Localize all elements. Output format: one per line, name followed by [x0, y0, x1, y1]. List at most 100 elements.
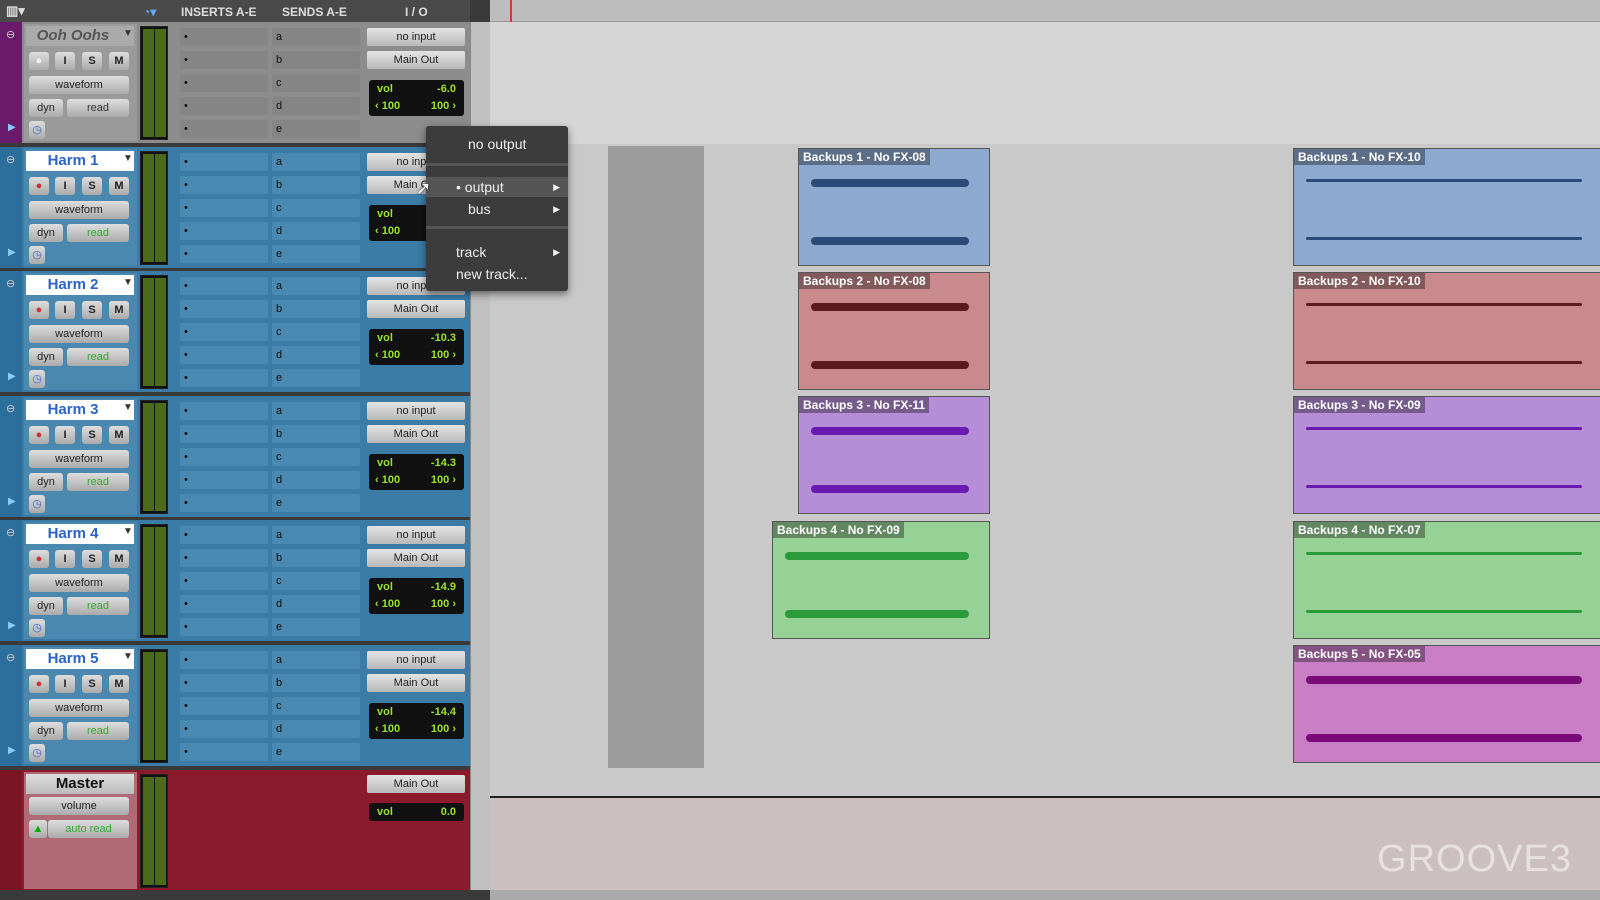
send-slot[interactable]: a [272, 401, 360, 420]
send-slot[interactable]: b [272, 549, 360, 567]
menu-item-track[interactable]: track ▶ [426, 242, 568, 262]
send-slot[interactable]: c [272, 572, 360, 590]
automation-mode[interactable]: read [67, 721, 129, 740]
insert-slot[interactable]: • [180, 673, 268, 692]
volume-pan-display[interactable]: vol -6.0 ‹ 100 100 › [369, 80, 464, 116]
mute-button[interactable]: M [109, 425, 129, 444]
send-slot[interactable]: c [272, 447, 360, 466]
insert-slot[interactable]: • [180, 300, 268, 318]
insert-slot[interactable]: • [180, 369, 268, 387]
send-slot[interactable]: b [272, 51, 360, 69]
insert-slot[interactable]: • [180, 152, 268, 171]
insert-slot[interactable]: • [180, 618, 268, 636]
send-slot[interactable]: a [272, 650, 360, 669]
playhead[interactable] [510, 0, 512, 22]
insert-slot[interactable]: • [180, 742, 268, 761]
expand-icon[interactable]: ▶ [8, 745, 16, 756]
send-slot[interactable]: c [272, 323, 360, 341]
record-button[interactable]: ● [29, 674, 49, 693]
view-selector[interactable]: waveform [29, 574, 129, 592]
view-selector[interactable]: waveform [29, 449, 129, 468]
clock-icon[interactable]: ◷ [29, 245, 45, 264]
menu-item-bus[interactable]: bus ▶ [426, 199, 568, 219]
send-slot[interactable]: e [272, 493, 360, 512]
track-name[interactable]: Harm 4 [26, 524, 134, 544]
insert-slot[interactable]: • [180, 401, 268, 420]
input-monitor-button[interactable]: I [55, 176, 75, 195]
audio-clip[interactable]: Backups 2 - No FX-10 [1293, 272, 1600, 390]
insert-slot[interactable]: • [180, 549, 268, 567]
track-name[interactable]: Harm 3 [26, 399, 134, 420]
insert-slot[interactable]: • [180, 221, 268, 240]
send-slot[interactable]: e [272, 120, 360, 138]
send-slot[interactable]: b [272, 175, 360, 194]
menu-item-new-track[interactable]: new track... [426, 264, 568, 284]
send-slot[interactable]: b [272, 424, 360, 443]
send-slot[interactable]: c [272, 74, 360, 92]
solo-button[interactable]: S [82, 301, 102, 319]
insert-slot[interactable]: • [180, 175, 268, 194]
audio-clip[interactable]: Backups 5 - No FX-05 [1293, 645, 1600, 763]
track-options-icon[interactable]: ⊖ [6, 28, 15, 41]
track-options-icon[interactable]: ⊖ [6, 526, 15, 539]
automation-mode[interactable]: read [67, 99, 129, 117]
send-slot[interactable]: a [272, 526, 360, 544]
input-monitor-button[interactable]: I [55, 674, 75, 693]
send-slot[interactable]: d [272, 470, 360, 489]
insert-slot[interactable]: • [180, 51, 268, 69]
time-selection[interactable] [608, 146, 704, 768]
output-selector[interactable]: Main Out [367, 51, 465, 69]
dyn-button[interactable]: dyn [29, 721, 63, 740]
view-selector[interactable]: volume [29, 797, 129, 815]
menu-item-output[interactable]: • output ▶ [426, 177, 568, 197]
insert-slot[interactable]: • [180, 323, 268, 341]
audio-clip[interactable]: Backups 3 - No FX-11 [798, 396, 990, 514]
mute-button[interactable]: M [109, 550, 129, 568]
expand-icon[interactable]: ▶ [8, 122, 16, 133]
output-selector[interactable]: Main Out [367, 424, 465, 443]
automation-mode[interactable]: auto read [48, 820, 129, 838]
expand-icon[interactable]: ▶ [8, 620, 16, 631]
volume-pan-display[interactable]: vol -14.3 ‹ 100 100 › [369, 453, 464, 490]
expand-icon[interactable]: ▶ [8, 496, 16, 507]
volume-pan-display[interactable]: vol -14.9 ‹ 100 100 › [369, 578, 464, 614]
solo-button[interactable]: S [82, 52, 102, 70]
track-name[interactable]: Harm 2 [26, 275, 134, 295]
send-slot[interactable]: e [272, 618, 360, 636]
menu-item-no-output[interactable]: no output [426, 134, 568, 154]
input-selector[interactable]: no input [367, 650, 465, 669]
audio-clip[interactable]: Backups 1 - No FX-10 [1293, 148, 1600, 266]
insert-slot[interactable]: • [180, 120, 268, 138]
insert-slot[interactable]: • [180, 493, 268, 512]
chevron-down-icon[interactable]: ▼ [123, 153, 133, 164]
dyn-button[interactable]: dyn [29, 223, 63, 242]
dyn-button[interactable]: dyn [29, 99, 63, 117]
expand-icon[interactable]: ▶ [8, 371, 16, 382]
send-slot[interactable]: e [272, 742, 360, 761]
insert-slot[interactable]: • [180, 526, 268, 544]
send-slot[interactable]: e [272, 369, 360, 387]
output-selector[interactable]: Main Out [367, 549, 465, 567]
send-slot[interactable]: d [272, 221, 360, 240]
send-slot[interactable]: c [272, 198, 360, 217]
send-slot[interactable]: d [272, 346, 360, 364]
dyn-button[interactable]: dyn [29, 348, 63, 366]
pan-right[interactable]: 100 › [431, 349, 456, 361]
record-button[interactable]: ● [29, 301, 49, 319]
audio-clip[interactable]: Backups 4 - No FX-09 [772, 521, 990, 639]
insert-slot[interactable]: • [180, 719, 268, 738]
track-name[interactable]: Ooh Oohs [26, 26, 134, 46]
send-slot[interactable]: d [272, 595, 360, 613]
insert-slot[interactable]: • [180, 198, 268, 217]
insert-slot[interactable]: • [180, 572, 268, 590]
dyn-button[interactable]: dyn [29, 472, 63, 491]
pan-right[interactable]: 100 › [431, 100, 456, 112]
input-selector[interactable]: no input [367, 401, 465, 420]
input-monitor-button[interactable]: I [55, 425, 75, 444]
track-options-icon[interactable]: ⊖ [6, 402, 15, 415]
insert-slot[interactable]: • [180, 28, 268, 46]
solo-button[interactable]: S [82, 550, 102, 568]
timeline-ruler[interactable] [490, 0, 1600, 22]
view-selector[interactable]: waveform [29, 698, 129, 717]
view-selector[interactable]: waveform [29, 325, 129, 343]
